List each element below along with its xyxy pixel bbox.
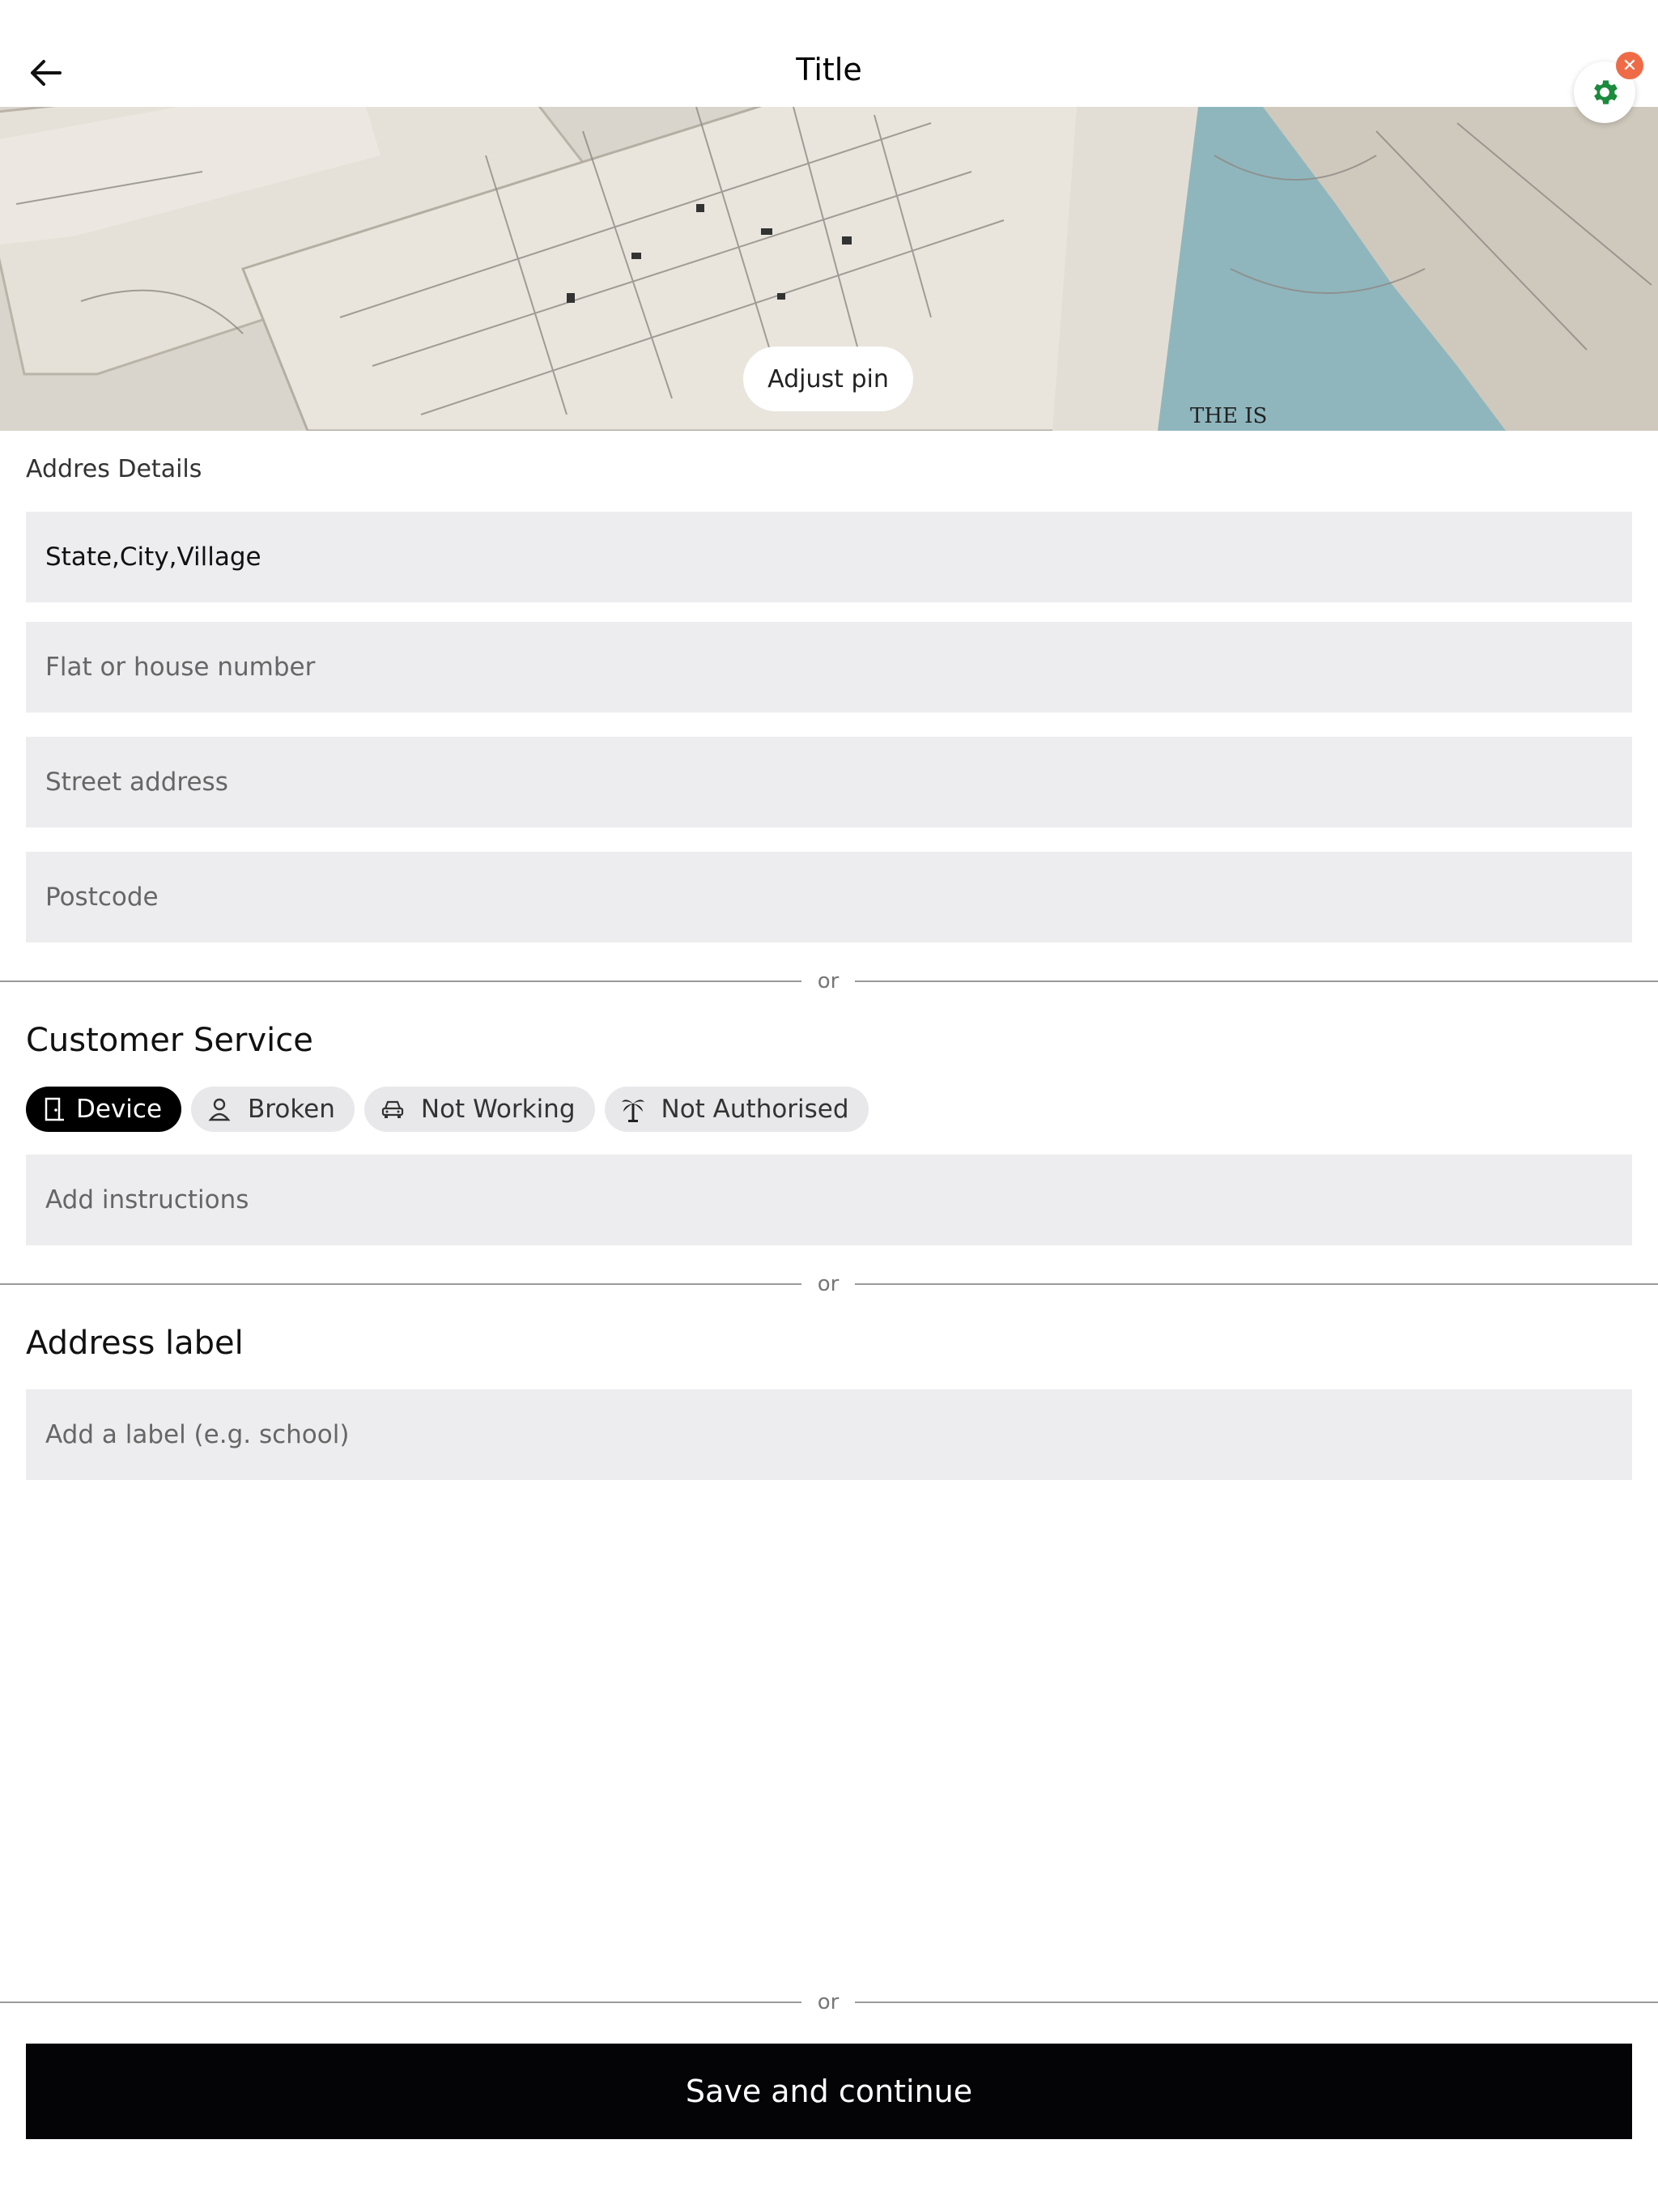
street-address-field[interactable]: Street address xyxy=(26,737,1632,827)
palm-tree-icon xyxy=(619,1095,647,1123)
or-label: or xyxy=(817,969,840,993)
chip-label: Device xyxy=(76,1095,163,1124)
location-field[interactable]: State,City,Village xyxy=(26,512,1632,602)
top-app-bar: Title xyxy=(0,0,1658,107)
adjust-pin-button[interactable]: Adjust pin xyxy=(743,347,913,411)
or-divider: or xyxy=(0,1990,1658,2014)
person-icon xyxy=(206,1095,233,1123)
page-title: Title xyxy=(796,52,862,87)
or-label: or xyxy=(817,1990,840,2014)
chip-device[interactable]: Device xyxy=(26,1087,182,1132)
chip-broken[interactable]: Broken xyxy=(191,1087,355,1132)
chip-not-authorised[interactable]: Not Authorised xyxy=(604,1087,869,1132)
save-and-continue-button[interactable]: Save and continue xyxy=(26,2044,1632,2139)
instructions-field[interactable]: Add instructions xyxy=(26,1155,1632,1245)
or-divider: or xyxy=(0,969,1658,993)
address-label-field[interactable]: Add a label (e.g. school) xyxy=(26,1389,1632,1480)
car-icon xyxy=(379,1095,406,1123)
address-details-caption: Addres Details xyxy=(26,455,202,483)
chip-label: Broken xyxy=(248,1095,335,1124)
or-label: or xyxy=(817,1272,840,1296)
close-icon[interactable]: ✕ xyxy=(1616,52,1643,79)
postcode-field[interactable]: Postcode xyxy=(26,852,1632,942)
chip-not-working[interactable]: Not Working xyxy=(363,1087,595,1132)
or-divider: or xyxy=(0,1272,1658,1296)
flat-number-field[interactable]: Flat or house number xyxy=(26,622,1632,713)
door-icon xyxy=(40,1095,68,1123)
chip-label: Not Working xyxy=(420,1095,576,1124)
address-label-heading: Address label xyxy=(26,1325,244,1362)
customer-service-chips: Device Broken Not Working Not Authorised xyxy=(26,1087,869,1132)
gear-icon xyxy=(1594,80,1618,104)
customer-service-heading: Customer Service xyxy=(26,1022,313,1059)
svg-text:THE IS: THE IS xyxy=(1190,404,1267,428)
chip-label: Not Authorised xyxy=(661,1095,849,1124)
